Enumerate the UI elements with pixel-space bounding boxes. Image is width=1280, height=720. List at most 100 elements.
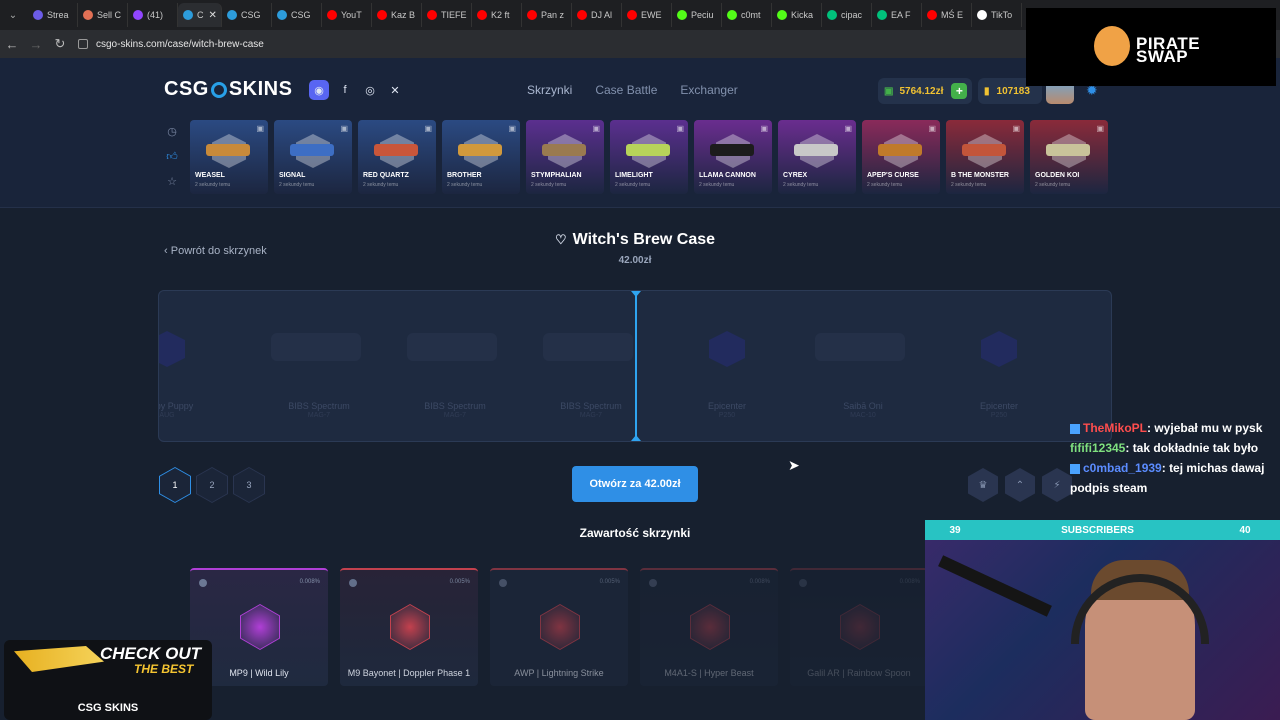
url-field[interactable]: csgo-skins.com/case/witch-brew-case — [78, 39, 264, 50]
tab-label: MŚ E — [941, 10, 964, 20]
roller-item-weapon: AUG — [159, 412, 175, 419]
browser-tab[interactable]: Kicka — [772, 3, 822, 27]
nav-exchanger[interactable]: Exchanger — [680, 83, 737, 97]
thumbs-up-icon[interactable]: 👍︎ — [165, 150, 179, 164]
info-icon[interactable] — [649, 579, 657, 587]
tab-label: CSG — [241, 10, 261, 20]
live-drop-item[interactable]: ▣ LLAMA CANNON 2 sekundy temu — [694, 120, 772, 194]
quantity-2-button[interactable]: 2 — [196, 467, 228, 503]
browser-tab[interactable]: Kaz B — [372, 3, 422, 27]
live-drop-item[interactable]: ▣ SIGNAL 2 sekundy temu — [274, 120, 352, 194]
info-icon[interactable] — [349, 579, 357, 587]
info-icon[interactable] — [199, 579, 207, 587]
browser-tab[interactable]: MŚ E — [922, 3, 972, 27]
roller-item-weapon: P250 — [990, 412, 1008, 419]
roller-item-name: BIBS Spectrum — [424, 401, 486, 411]
quantity-1-button[interactable]: 1 — [159, 467, 191, 503]
site-logo[interactable]: CSG SKINS — [164, 78, 292, 101]
tab-label: c0mt — [741, 10, 761, 20]
case-item-card[interactable]: 0.008% M4A1-S | Hyper Beast — [640, 568, 778, 686]
rarity-hex-icon — [240, 604, 280, 650]
browser-tab[interactable]: CSG — [222, 3, 272, 27]
browser-tab[interactable]: K2 ft — [472, 3, 522, 27]
discord-icon[interactable]: ◉ — [309, 80, 329, 100]
browser-tab[interactable]: EWE — [622, 3, 672, 27]
info-icon[interactable] — [499, 579, 507, 587]
case-icon: ▣ — [760, 124, 768, 133]
back-icon[interactable]: ← — [0, 32, 24, 56]
rarity-hex-icon — [840, 604, 880, 650]
x-icon[interactable]: ✕ — [385, 80, 405, 100]
main-nav: Skrzynki Case Battle Exchanger — [527, 83, 761, 97]
browser-tab[interactable]: (41) — [128, 3, 178, 27]
roller-item: Epicenter P250 — [931, 291, 1067, 441]
chat-text: : tak dokładnie tak było — [1125, 441, 1259, 455]
open-case-button[interactable]: Otwórz za 42.00zł — [572, 466, 698, 502]
browser-tab[interactable]: Pan z — [522, 3, 572, 27]
star-icon[interactable]: ☆ — [165, 175, 179, 189]
live-drop-item[interactable]: ▣ RED QUARTZ 2 sekundy temu — [358, 120, 436, 194]
heart-icon[interactable]: ♡ — [555, 232, 567, 247]
roller-item-name: Saibā Oni — [843, 401, 883, 411]
sponsor-logo: PIRATE SWAP — [1026, 8, 1276, 86]
quantity-3-button[interactable]: 3 — [233, 467, 265, 503]
tab-favicon-icon — [83, 10, 93, 20]
browser-tab[interactable]: Peciu — [672, 3, 722, 27]
case-item-card[interactable]: 0.005% AWP | Lightning Strike — [490, 568, 628, 686]
chat-badge-icon — [1070, 423, 1080, 434]
browser-tab[interactable]: YouT — [322, 3, 372, 27]
live-drop-item[interactable]: ▣ GOLDEN KOI 2 sekundy temu — [1030, 120, 1108, 194]
live-drop-item[interactable]: ▣ WEASEL 2 sekundy temu — [190, 120, 268, 194]
live-drop-item[interactable]: ▣ CYREX 2 sekundy temu — [778, 120, 856, 194]
chat-message: TheMikoPL: wyjebał mu w pysk — [1070, 418, 1280, 438]
promo-brand: CSG SKINS — [77, 702, 139, 714]
site-info-icon[interactable] — [78, 39, 88, 49]
browser-tab[interactable]: Strea — [28, 3, 78, 27]
deposit-button[interactable]: + — [951, 83, 968, 99]
drop-time: 2 sekundy temu — [1035, 182, 1071, 188]
close-tab-icon[interactable]: ✕ — [209, 10, 217, 21]
browser-tab[interactable]: DJ Al — [572, 3, 622, 27]
facebook-icon[interactable]: f — [335, 80, 355, 100]
case-item-card[interactable]: 0.005% M9 Bayonet | Doppler Phase 1 — [340, 568, 478, 686]
case-icon: ▣ — [1096, 124, 1104, 133]
case-icon: ▣ — [508, 124, 516, 133]
crown-icon[interactable]: ♛ — [968, 468, 998, 502]
browser-tab[interactable]: CSG — [272, 3, 322, 27]
weapon-image — [815, 333, 905, 361]
case-item-card[interactable]: 0.008% Galil AR | Rainbow Spoon — [790, 568, 928, 686]
logo-text-left: CSG — [164, 78, 209, 100]
browser-tab[interactable]: C ✕ — [178, 3, 222, 27]
live-drop-item[interactable]: ▣ LIMELIGHT 2 sekundy temu — [610, 120, 688, 194]
nav-cases[interactable]: Skrzynki — [527, 83, 572, 97]
browser-tab[interactable]: cipac — [822, 3, 872, 27]
browser-tab[interactable]: c0mt — [722, 3, 772, 27]
tab-label: Strea — [47, 10, 69, 20]
nav-case-battle[interactable]: Case Battle — [595, 83, 657, 97]
fast-open-icon[interactable]: ⌃ — [1005, 468, 1035, 502]
live-drop-item[interactable]: ▣ BROTHER 2 sekundy temu — [442, 120, 520, 194]
forward-icon[interactable]: → — [24, 32, 48, 56]
promo-line2: THE BEST — [134, 662, 194, 676]
reload-icon[interactable]: ↻ — [48, 32, 72, 56]
instagram-icon[interactable]: ◎ — [360, 80, 380, 100]
stream-chat: TheMikoPL: wyjebał mu w pysk fififi12345:… — [1070, 418, 1280, 498]
browser-tab[interactable]: TIEFE — [422, 3, 472, 27]
tab-label: CSG — [291, 10, 311, 20]
balance-display[interactable]: ▣ 5764.12zł + — [878, 78, 972, 104]
drop-time: 2 sekundy temu — [867, 182, 903, 188]
browser-tab[interactable]: EA F — [872, 3, 922, 27]
chat-username: c0mbad_1939 — [1083, 461, 1162, 475]
live-drop-item[interactable]: ▣ APEP'S CURSE 2 sekundy temu — [862, 120, 940, 194]
tab-search-icon[interactable]: ⌄ — [4, 6, 22, 24]
live-drop-item[interactable]: ▣ STYMPHALIAN 2 sekundy temu — [526, 120, 604, 194]
lightning-icon[interactable]: ⚡︎ — [1042, 468, 1072, 502]
browser-tab[interactable]: Sell C — [78, 3, 128, 27]
rarity-hex-icon — [690, 604, 730, 650]
live-drop-item[interactable]: ▣ B THE MONSTER 2 sekundy temu — [946, 120, 1024, 194]
browser-tab[interactable]: TikTo — [972, 3, 1022, 27]
case-icon: ▣ — [340, 124, 348, 133]
info-icon[interactable] — [799, 579, 807, 587]
weapon-image — [374, 144, 418, 156]
clock-icon[interactable]: ◷ — [165, 125, 179, 139]
